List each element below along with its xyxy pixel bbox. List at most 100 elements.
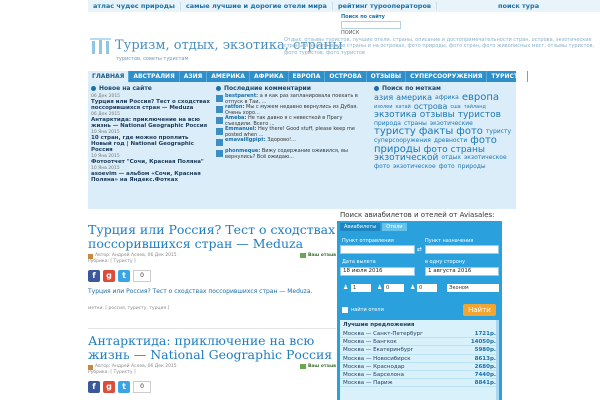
offer-route: Москва — Бангкок xyxy=(343,339,397,346)
new-posts-widget: Новое на сайте 06 Дек 2015 Турция или Рос… xyxy=(91,82,211,183)
twitter-icon[interactable]: t xyxy=(118,381,130,393)
offer-route: Москва — Барселона xyxy=(343,371,404,378)
menu-item-europe[interactable]: ЕВРОПА xyxy=(289,71,326,82)
tag-link[interactable]: экзотика xyxy=(374,111,417,120)
tag-link[interactable]: отдых xyxy=(441,154,461,163)
comments-widget: Последние комментарии bestparent: а я ка… xyxy=(216,82,368,160)
offer-row[interactable]: Москва — Краснодар 2680р. xyxy=(340,363,499,371)
facebook-icon[interactable]: f xyxy=(88,270,100,282)
offer-price: 8841р. xyxy=(474,380,496,387)
tag-link[interactable]: отзывы xyxy=(420,111,455,120)
offers-scrollbar[interactable] xyxy=(496,320,499,400)
tag-link[interactable]: природы xyxy=(458,163,486,172)
tag-link[interactable]: азия xyxy=(374,93,393,103)
tag-link[interactable]: страны xyxy=(451,145,485,155)
menu-item-america[interactable]: АМЕРИКА xyxy=(207,71,250,82)
menu-item-tourist[interactable]: ТУРИСТУ xyxy=(487,71,528,82)
share-bar: f g t 0 xyxy=(88,270,336,282)
googleplus-icon[interactable]: g xyxy=(103,381,115,393)
tags-title: Поиск по меткам xyxy=(382,84,441,92)
post-link[interactable]: Турция или Россия? Тест о сходствах посс… xyxy=(91,99,211,111)
twitter-icon[interactable]: t xyxy=(118,270,130,282)
comment-text[interactable]: Мы с мужем недавно вернулись из Дубая. О… xyxy=(225,104,358,116)
list-item: 10 Янв 2015 Фотоотчет "Сочи, Красная Поля… xyxy=(91,154,211,165)
tab-flights[interactable]: Авиабилеты xyxy=(340,223,381,231)
depart-date-input[interactable]: 18 июля 2016 xyxy=(340,267,415,276)
post-link[interactable]: Антарктида: приключение на всю жизнь — N… xyxy=(91,117,211,129)
menu-item-home[interactable]: ГЛАВНАЯ xyxy=(88,71,130,82)
site-logo-icon[interactable] xyxy=(90,37,112,55)
offer-row[interactable]: Москва — Бангкок 14050р. xyxy=(340,338,499,347)
offer-row[interactable]: Москва — Екатеринбург 5980р. xyxy=(340,346,499,355)
child-icon: ♟ xyxy=(377,284,383,291)
menu-item-reviews[interactable]: ОТЗЫВЫ xyxy=(367,71,407,82)
googleplus-icon[interactable]: g xyxy=(103,270,115,282)
offer-route: Москва — Париж xyxy=(343,380,393,387)
reply-label: Ваш отзыв xyxy=(307,253,336,258)
swap-icon[interactable]: ⇄ xyxy=(417,246,422,253)
find-button[interactable]: Найти xyxy=(463,304,496,316)
tag-link[interactable]: фото xyxy=(374,163,390,172)
offer-row[interactable]: Москва — Новосибирск 8613р. xyxy=(340,355,499,363)
offer-price: 8613р. xyxy=(474,355,496,362)
reply-link[interactable]: Ваш отзыв xyxy=(299,364,336,369)
bullet-icon xyxy=(216,85,221,91)
facebook-icon[interactable]: f xyxy=(88,381,100,393)
menu-item-asia[interactable]: АЗИЯ xyxy=(180,71,208,82)
site-search-input[interactable] xyxy=(341,21,401,29)
tag-link[interactable]: факты xyxy=(419,127,453,137)
post-link[interactable]: Фотоотчет "Сочи, Красная Поляна" xyxy=(91,159,211,165)
tag-link[interactable]: туристов xyxy=(458,111,501,120)
offer-price: 14050р. xyxy=(470,339,496,346)
topnav-link-atlas[interactable]: атлас чудес природы xyxy=(88,2,181,10)
return-date-input[interactable]: 1 августа 2016 xyxy=(425,267,499,276)
post-excerpt[interactable]: Турция или Россия? Тест о сходствах посс… xyxy=(88,288,336,295)
menu-item-australia[interactable]: АВСТРАЛИЯ xyxy=(129,71,180,82)
post-title[interactable]: Антарктида: приключение на всю жизнь — N… xyxy=(88,334,336,361)
offer-row[interactable]: Москва — Санкт-Петербург 1721р. xyxy=(340,330,499,339)
post-rubric[interactable]: Рубрика: [ Туристу ] xyxy=(88,259,136,265)
tag-link[interactable]: туристу xyxy=(374,127,416,137)
post-title[interactable]: Турция или Россия? Тест о сходствах посс… xyxy=(88,223,336,250)
children-select[interactable]: 0 xyxy=(384,284,404,292)
tab-hotels[interactable]: Отели xyxy=(382,223,407,231)
post-link[interactable]: asoevim — альбом «Сочи, Красная Поляна» … xyxy=(91,171,211,183)
comment-item: phonmeque: Вижу содержание оживился, вы … xyxy=(216,148,368,160)
post-rubric[interactable]: Рубрика: [ Туристу ] xyxy=(88,370,136,376)
post-link[interactable]: 10 стран, где можно проплить Новый год |… xyxy=(91,135,211,153)
menu-item-islands[interactable]: ОСТРОВА xyxy=(325,71,367,82)
avatar xyxy=(216,106,223,113)
hotels-checkbox[interactable] xyxy=(342,307,348,313)
to-input[interactable] xyxy=(425,245,499,254)
offer-row[interactable]: Москва — Париж 8841р. xyxy=(340,379,499,388)
topnav-link-hotels[interactable]: самые лучшие и дорогие отели мира xyxy=(181,2,333,10)
site-subtitle: туристов, советы туристам xyxy=(116,56,189,62)
share-count: 0 xyxy=(133,270,151,282)
main-menu: ГЛАВНАЯ АВСТРАЛИЯ АЗИЯ АМЕРИКА АФРИКА ЕВ… xyxy=(88,71,528,82)
list-item: 06 Дек 2015 Антарктида: приключение на вс… xyxy=(91,112,211,129)
offer-row[interactable]: Москва — Барселона 7440р. xyxy=(340,371,499,380)
list-item: 06 Дек 2015 Турция или Россия? Тест о схо… xyxy=(91,94,211,111)
comment-author[interactable]: emavaillgpipt: xyxy=(225,137,266,143)
tag-link[interactable]: европа xyxy=(462,93,499,103)
header-tagline: Отдых, отзывы туристов, лучшие отели, ст… xyxy=(284,37,595,56)
tag-link[interactable]: экзотическое xyxy=(464,154,507,163)
tag-link[interactable]: фото xyxy=(439,163,455,172)
tag-link[interactable]: экзотическое xyxy=(393,163,436,172)
topnav-link-tour-search[interactable]: поиск тура xyxy=(494,0,600,12)
menu-item-megastructures[interactable]: СУПЕРСООРУЖЕНИЯ xyxy=(406,71,488,82)
infants-select[interactable]: 0 xyxy=(417,284,437,292)
from-input[interactable] xyxy=(340,245,415,254)
tag-link[interactable]: экзотической xyxy=(374,154,438,163)
site-search-button[interactable]: ПОИСК xyxy=(341,30,359,36)
post-tags[interactable]: метки: [ россия, туристу, турция ] xyxy=(88,306,336,311)
best-offers: Лучшие предложения Москва — Санкт-Петерб… xyxy=(340,320,499,400)
comment-text[interactable]: Здорово!... xyxy=(267,137,296,143)
topnav-link-rating[interactable]: рейтинг турооператоров xyxy=(333,2,438,10)
class-select[interactable]: Эконом xyxy=(447,284,499,292)
avatar xyxy=(216,117,223,124)
reply-link[interactable]: Ваш отзыв xyxy=(299,253,336,258)
depart-label: Дата вылета xyxy=(342,259,376,265)
adults-select[interactable]: 1 xyxy=(351,284,371,292)
menu-item-africa[interactable]: АФРИКА xyxy=(250,71,289,82)
